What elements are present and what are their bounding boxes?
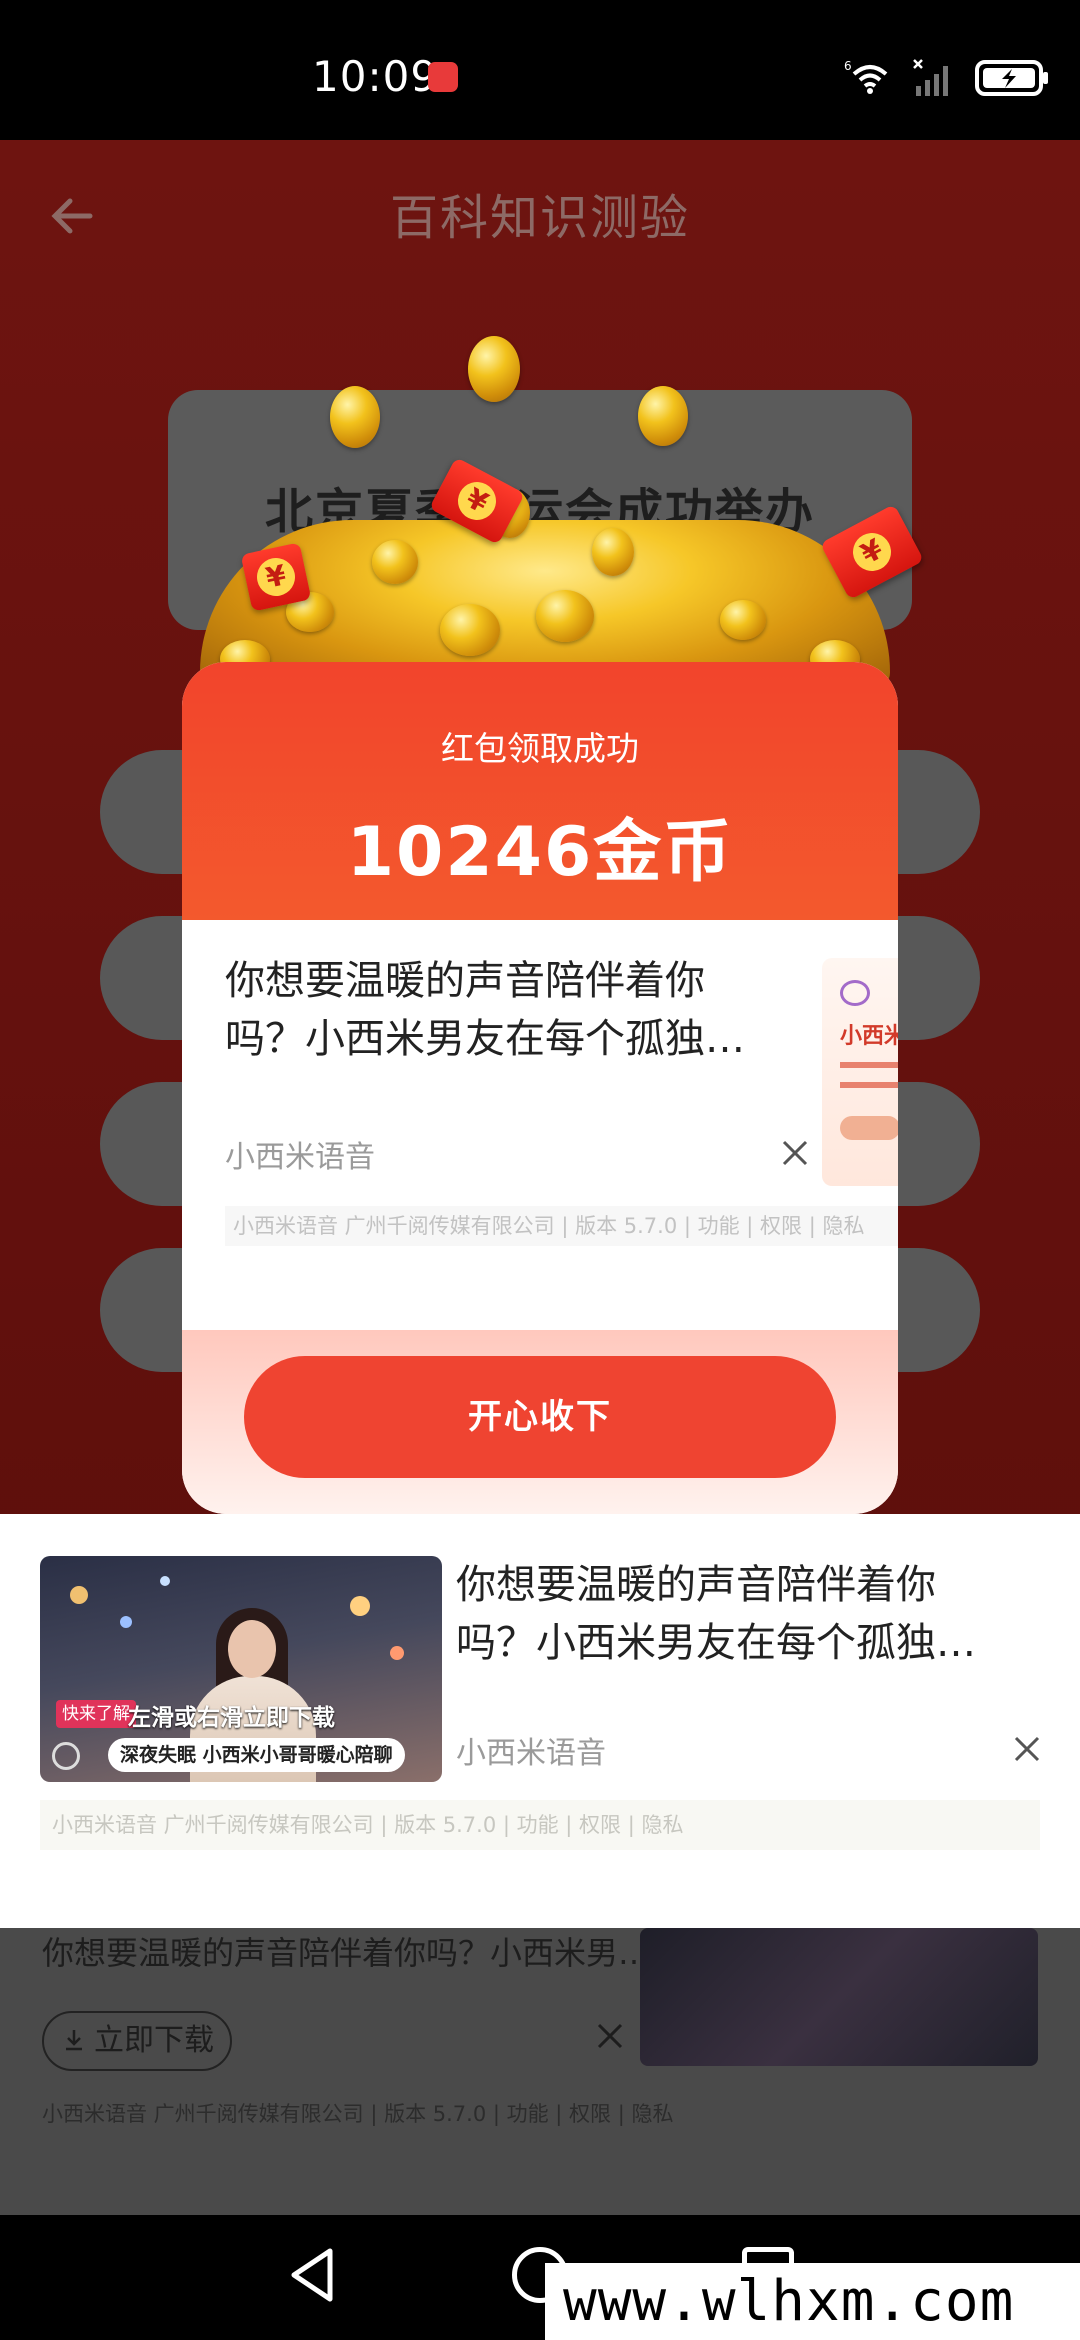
banner-ad-thumbnail[interactable]: 快来了解 左滑或右滑立即下载 深夜失眠 小西米小哥哥暖心陪聊 <box>40 1556 442 1782</box>
red-envelope: ¥ <box>240 542 312 612</box>
banner-ad-line-1: 你想要温暖的声音陪伴着你 <box>456 1562 936 1608</box>
bottom-ad-footer: 小西米语音 广州千阅传媒有限公司 | 版本 5.7.0 | 功能 | 权限 | … <box>42 2102 674 2126</box>
bokeh-light <box>120 1616 132 1628</box>
popup-advertiser: 小西米语音 <box>225 1140 375 1175</box>
popup-header: 红包领取成功 10246金币 <box>182 662 898 920</box>
yuan-icon: ¥ <box>253 554 299 600</box>
gold-coin <box>440 604 500 656</box>
battery-charging-icon <box>975 60 1048 96</box>
close-icon[interactable] <box>780 1138 810 1168</box>
bottom-ad[interactable]: 你想要温暖的声音陪伴着你吗？小西米男… 立即下载 小西米语音 广州千阅传媒有限公… <box>0 1928 1080 2215</box>
thumb-button <box>840 1116 898 1140</box>
download-icon <box>66 2030 82 2051</box>
yuan-icon: ¥ <box>451 475 503 527</box>
download-label: 立即下载 <box>94 2023 214 2058</box>
figure-face <box>228 1620 276 1678</box>
accept-button[interactable]: 开心收下 <box>244 1356 836 1478</box>
banner-ad-footer: 小西米语音 广州千阅传媒有限公司 | 版本 5.7.0 | 功能 | 权限 | … <box>40 1800 1040 1850</box>
status-time: 10:09 <box>312 52 439 101</box>
download-button[interactable]: 立即下载 <box>42 2011 232 2071</box>
svg-text:6: 6 <box>844 59 852 73</box>
thumb-caption: 深夜失眠 小西米小哥哥暖心陪聊 <box>108 1738 405 1772</box>
gold-coin <box>330 386 380 448</box>
banner-advertiser: 小西米语音 <box>456 1736 606 1771</box>
popup-ad-thumbnail[interactable]: 小西米 <box>822 958 898 1186</box>
gold-coin <box>638 386 688 446</box>
bokeh-light <box>350 1596 370 1616</box>
bottom-ad-text: 你想要温暖的声音陪伴着你吗？小西米男… <box>42 1934 651 1972</box>
gold-coin <box>592 528 634 576</box>
popup-ad-line-1: 你想要温暖的声音陪伴着你 <box>225 958 705 1004</box>
gold-coin <box>372 540 418 584</box>
thumb-text-line <box>840 1062 898 1068</box>
gold-coin <box>720 600 766 640</box>
status-bar: 10:09 6 <box>0 0 1080 140</box>
page-title: 百科知识测验 <box>389 190 690 246</box>
huawei-app-icon <box>428 62 458 92</box>
signal-icon <box>913 59 948 96</box>
nav-back-icon[interactable] <box>284 2245 340 2305</box>
bokeh-light <box>160 1576 170 1586</box>
yuan-icon: ¥ <box>846 526 898 578</box>
mascot-icon <box>840 980 870 1006</box>
thumb-brand: 小西米 <box>840 1024 898 1049</box>
red-packet-popup: 红包领取成功 10246金币 你想要温暖的声音陪伴着你 吗？小西米男友在每个孤独… <box>182 662 898 1514</box>
gold-coin <box>536 590 594 642</box>
popup-subtitle: 红包领取成功 <box>441 729 639 768</box>
bokeh-light <box>70 1586 88 1604</box>
gold-coin <box>468 336 520 402</box>
popup-footer: 开心收下 <box>182 1330 898 1514</box>
banner-ad-text[interactable]: 你想要温暖的声音陪伴着你 吗？小西米男友在每个孤独… <box>456 1556 1046 1672</box>
close-icon[interactable] <box>596 2022 624 2050</box>
close-icon[interactable] <box>1012 1734 1042 1764</box>
wifi-6-icon: 6 <box>844 59 888 94</box>
popup-ad-line-2: 吗？小西米男友在每个孤独… <box>225 1016 745 1062</box>
status-icons: 6 <box>844 56 1050 100</box>
watermark: www.wlhxm.com <box>545 2263 1080 2340</box>
banner-ad-line-2: 吗？小西米男友在每个孤独… <box>456 1620 976 1666</box>
popup-ad-footer: 小西米语音 广州千阅传媒有限公司 | 版本 5.7.0 | 功能 | 权限 | … <box>225 1206 898 1246</box>
thumb-tag: 快来了解 <box>56 1700 136 1728</box>
thumb-text-line <box>840 1082 898 1088</box>
thumb-slide-text: 左滑或右滑立即下载 <box>128 1705 335 1731</box>
ad-logo-icon <box>52 1742 80 1770</box>
coin-amount: 10246金币 <box>346 813 734 892</box>
bokeh-light <box>390 1646 404 1660</box>
banner-ad[interactable]: 快来了解 左滑或右滑立即下载 深夜失眠 小西米小哥哥暖心陪聊 你想要温暖的声音陪… <box>0 1514 1080 1928</box>
bottom-ad-thumbnail <box>640 1928 1038 2066</box>
popup-ad-text[interactable]: 你想要温暖的声音陪伴着你 吗？小西米男友在每个孤独… <box>225 952 785 1068</box>
